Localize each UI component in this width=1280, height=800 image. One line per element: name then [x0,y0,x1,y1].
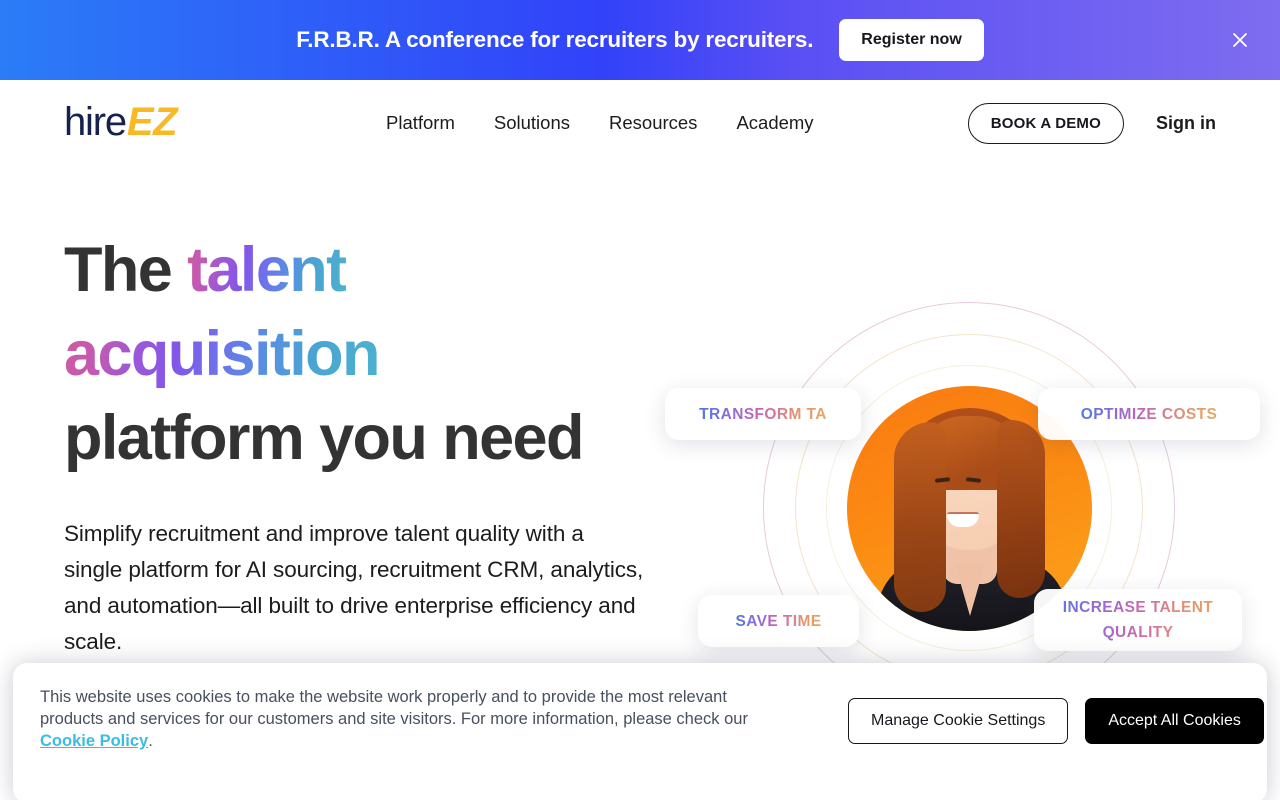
cookie-text-period: . [148,732,153,750]
close-icon[interactable] [1227,27,1253,53]
promo-banner: F.R.B.R. A conference for recruiters by … [0,0,1280,80]
logo-text-hire: hire [64,100,127,144]
feature-card-label: OPTIMIZE COSTS [1081,402,1218,427]
promo-banner-content: F.R.B.R. A conference for recruiters by … [296,19,984,61]
cookie-banner-text: This website uses cookies to make the we… [40,686,750,752]
logo-text-ez: EZ [126,100,178,144]
hero-subtext: Simplify recruitment and improve talent … [64,521,644,654]
headline-segment-talent: talent [187,235,347,305]
cookie-banner-actions: Manage Cookie Settings Accept All Cookie… [848,698,1264,744]
feature-card-label: SAVE TIME [736,609,822,634]
cookie-policy-link[interactable]: Cookie Policy [40,732,148,750]
feature-card-increase-talent-quality: INCREASE TALENT QUALITY [1034,589,1242,651]
hero-headline: The talent acquisition platform you need [64,228,664,480]
nav-item-platform[interactable]: Platform [386,112,455,134]
book-a-demo-button[interactable]: BOOK A DEMO [967,102,1124,144]
manage-cookie-settings-button[interactable]: Manage Cookie Settings [848,698,1069,744]
feature-card-transform-ta: TRANSFORM TA [665,388,861,440]
sign-in-link[interactable]: Sign in [1156,113,1216,134]
hireez-logo[interactable]: hireEZ [64,100,178,144]
portrait-hair-left [894,422,946,612]
promo-banner-message: F.R.B.R. A conference for recruiters by … [296,27,814,52]
hero-visual: TRANSFORM TA OPTIMIZE COSTS SAVE TIME IN… [660,280,1270,714]
cookie-text-body: This website uses cookies to make the we… [40,688,748,728]
headline-segment-platform: platform you need [64,403,584,473]
accept-all-cookies-button[interactable]: Accept All Cookies [1085,698,1264,744]
feature-card-save-time: SAVE TIME [698,595,859,647]
cookie-consent-banner: This website uses cookies to make the we… [13,663,1267,800]
register-now-button[interactable]: Register now [839,19,984,61]
feature-card-label: INCREASE TALENT QUALITY [1048,595,1228,645]
portrait-hair-right [997,420,1045,598]
header-actions: BOOK A DEMO Sign in [967,80,1216,166]
nav-item-resources[interactable]: Resources [609,112,697,134]
feature-card-optimize-costs: OPTIMIZE COSTS [1038,388,1260,440]
hero-text-block: The talent acquisition platform you need… [64,228,664,660]
site-header: hireEZ Platform Solutions Resources Acad… [0,80,1280,166]
page-root: F.R.B.R. A conference for recruiters by … [0,0,1280,800]
headline-segment-the: The [64,235,188,305]
nav-item-solutions[interactable]: Solutions [494,112,570,134]
headline-segment-acquisition: acquisition [64,319,381,389]
nav-item-academy[interactable]: Academy [736,112,813,134]
main-navigation: Platform Solutions Resources Academy [386,80,814,166]
feature-card-label: TRANSFORM TA [699,402,827,427]
